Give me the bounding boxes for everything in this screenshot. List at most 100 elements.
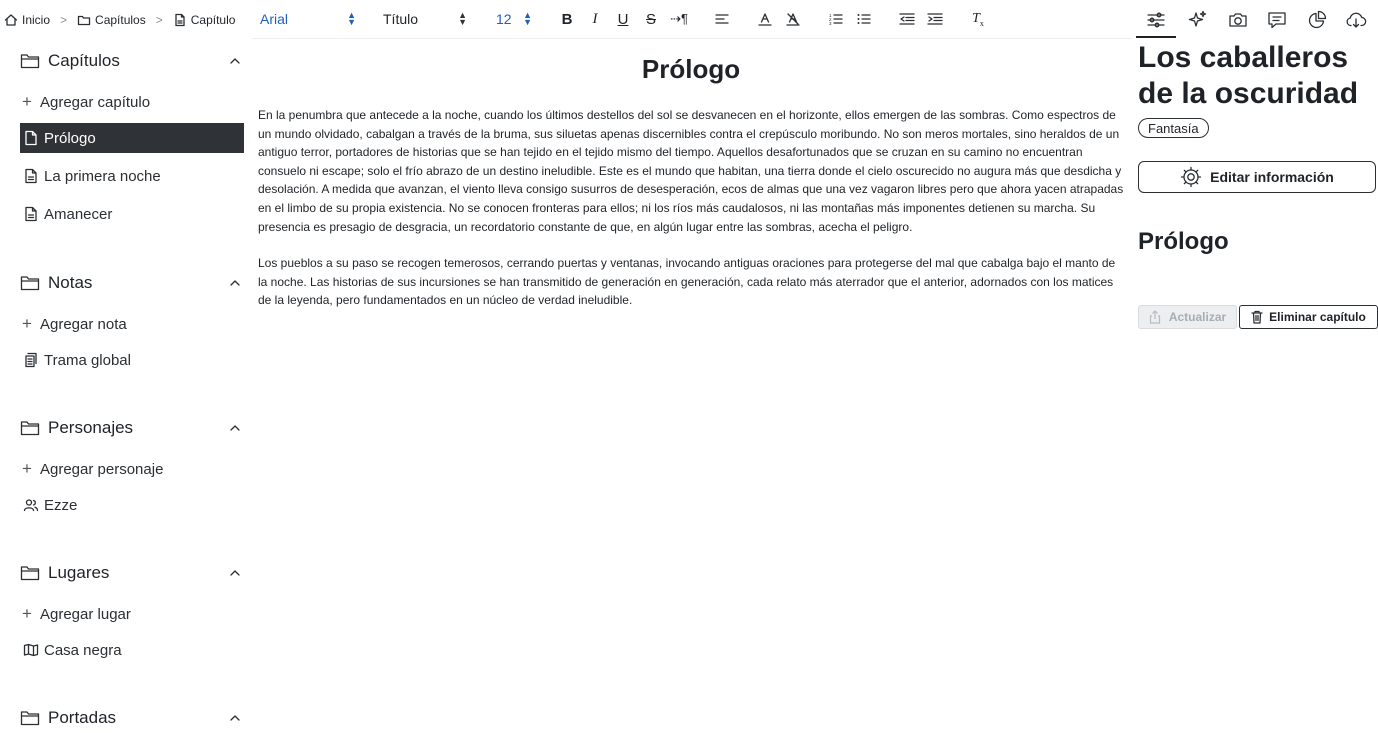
update-button[interactable]: Actualizar (1138, 305, 1237, 329)
bold-button[interactable]: B (557, 9, 577, 29)
section-notes-header[interactable]: Notas (20, 268, 244, 298)
breadcrumb-chapters[interactable]: Capítulos (77, 13, 146, 27)
document-icon (18, 130, 44, 146)
sparkles-icon (1187, 9, 1209, 31)
sidebar-item-casa-negra[interactable]: Casa negra (20, 635, 244, 665)
select-arrows-icon: ▲ ▼ (458, 10, 467, 27)
folder-icon (77, 13, 91, 27)
bold-icon: B (561, 10, 573, 28)
font-family-value: Arial (260, 11, 289, 27)
update-label: Actualizar (1168, 310, 1227, 324)
sidebar-item-la-primera-noche[interactable]: La primera noche (20, 161, 244, 191)
sidebar-item-label: La primera noche (44, 167, 161, 185)
ai-tab[interactable] (1178, 4, 1218, 36)
add-character-button[interactable]: + Agregar personaje (22, 457, 163, 481)
settings-tab[interactable] (1136, 4, 1176, 38)
chevron-up-icon (228, 276, 242, 290)
strikethrough-button[interactable]: S (641, 9, 661, 29)
folder-icon (20, 564, 40, 582)
font-color-button[interactable] (755, 9, 775, 29)
paragraph[interactable]: Los pueblos a su paso se recogen temeros… (258, 254, 1124, 310)
comment-icon (1266, 9, 1288, 31)
genre-tag: Fantasía (1138, 118, 1209, 138)
section-title: Notas (48, 273, 93, 292)
breadcrumb: Inicio > Capítulos > Capítulo (4, 11, 235, 29)
clear-format-icon: Tx (972, 10, 984, 28)
stats-tab[interactable] (1297, 4, 1337, 36)
sidebar-item-amanecer[interactable]: Amanecer (20, 199, 244, 229)
sidebar-item-prologo[interactable]: Prólogo (20, 123, 244, 153)
paragraph[interactable]: En la penumbra que antecede a la noche, … (258, 106, 1124, 236)
chevron-up-icon (228, 421, 242, 435)
plus-icon: + (22, 314, 32, 333)
camera-icon (1227, 9, 1249, 31)
add-note-label: Agregar nota (40, 315, 127, 333)
add-chapter-label: Agregar capítulo (40, 93, 151, 111)
paragraph-direction-button[interactable]: ⇢¶ (669, 9, 689, 29)
bullet-list-button[interactable] (854, 9, 874, 29)
section-title: Personajes (48, 418, 134, 437)
plus-icon: + (22, 604, 32, 623)
breadcrumb-label: Inicio (22, 13, 51, 27)
highlight-button[interactable] (783, 9, 803, 29)
sidebar-item-label: Amanecer (44, 205, 113, 223)
add-chapter-button[interactable]: + Agregar capítulo (22, 90, 150, 114)
section-places-header[interactable]: Lugares (20, 558, 244, 588)
section-covers-header[interactable]: Portadas (20, 703, 244, 733)
add-note-button[interactable]: + Agregar nota (22, 312, 127, 336)
add-place-button[interactable]: + Agregar lugar (22, 602, 131, 626)
bullet-list-icon (856, 12, 872, 26)
indent-icon (927, 12, 943, 26)
chevron-up-icon (228, 54, 242, 68)
font-size-select[interactable]: 12 ▲ ▼ (496, 10, 532, 28)
share-icon (1149, 310, 1161, 324)
plus-icon: + (22, 459, 32, 478)
breadcrumb-home[interactable]: Inicio (4, 13, 50, 27)
home-icon (4, 13, 18, 27)
section-chapters-header[interactable]: Capítulos (20, 46, 244, 76)
select-arrows-icon: ▲ ▼ (523, 10, 532, 27)
document-title[interactable]: Prólogo (258, 54, 1124, 85)
chapter-heading: Prólogo (1138, 228, 1229, 255)
outdent-button[interactable] (897, 9, 917, 29)
breadcrumb-chapter[interactable]: Capítulo (173, 13, 235, 27)
edit-info-button[interactable]: Editar información (1138, 161, 1376, 193)
folder-icon (20, 419, 40, 437)
sidebar-item-trama-global[interactable]: Trama global (20, 345, 244, 375)
download-tab[interactable] (1336, 4, 1376, 36)
font-color-icon (757, 11, 773, 27)
breadcrumb-label: Capítulos (95, 13, 146, 27)
paragraph-direction-icon: ⇢¶ (670, 11, 688, 26)
comments-tab[interactable] (1257, 4, 1297, 36)
document-icon (173, 13, 187, 27)
map-icon (18, 643, 44, 657)
font-family-select[interactable]: Arial ▲ ▼ (260, 10, 356, 28)
section-title: Portadas (48, 708, 117, 727)
delete-chapter-button[interactable]: Eliminar capítulo (1239, 305, 1378, 329)
format-toolbar: Arial ▲ ▼ Título ▲ ▼ 12 ▲ ▼ B I U S ⇢¶ 123 … (252, 0, 994, 38)
section-characters-header[interactable]: Personajes (20, 413, 244, 443)
svg-text:3: 3 (829, 21, 832, 26)
delete-label: Eliminar capítulo (1269, 310, 1366, 324)
select-arrows-icon: ▲ ▼ (347, 10, 356, 27)
camera-tab[interactable] (1218, 4, 1258, 36)
block-style-select[interactable]: Título ▲ ▼ (383, 10, 467, 28)
chevron-up-icon (228, 711, 242, 725)
editor[interactable]: Prólogo En la penumbra que antecede a la… (258, 40, 1124, 718)
sidebar-item-label: Prólogo (44, 129, 96, 147)
plus-icon: + (22, 92, 32, 111)
ordered-list-button[interactable]: 123 (826, 9, 846, 29)
italic-button[interactable]: I (585, 9, 605, 29)
clear-format-button[interactable]: Tx (968, 9, 988, 29)
breadcrumb-separator: > (60, 13, 68, 27)
indent-button[interactable] (925, 9, 945, 29)
underline-button[interactable]: U (613, 9, 633, 29)
sidebar-item-ezze[interactable]: Ezze (20, 490, 244, 520)
gear-icon (1180, 166, 1202, 188)
block-style-value: Título (383, 11, 419, 27)
document-icon (18, 168, 44, 184)
book-title: Los caballeros de la oscuridad (1138, 41, 1359, 110)
align-button[interactable] (712, 9, 732, 29)
align-icon (714, 12, 730, 26)
cloud-download-icon (1345, 9, 1367, 31)
